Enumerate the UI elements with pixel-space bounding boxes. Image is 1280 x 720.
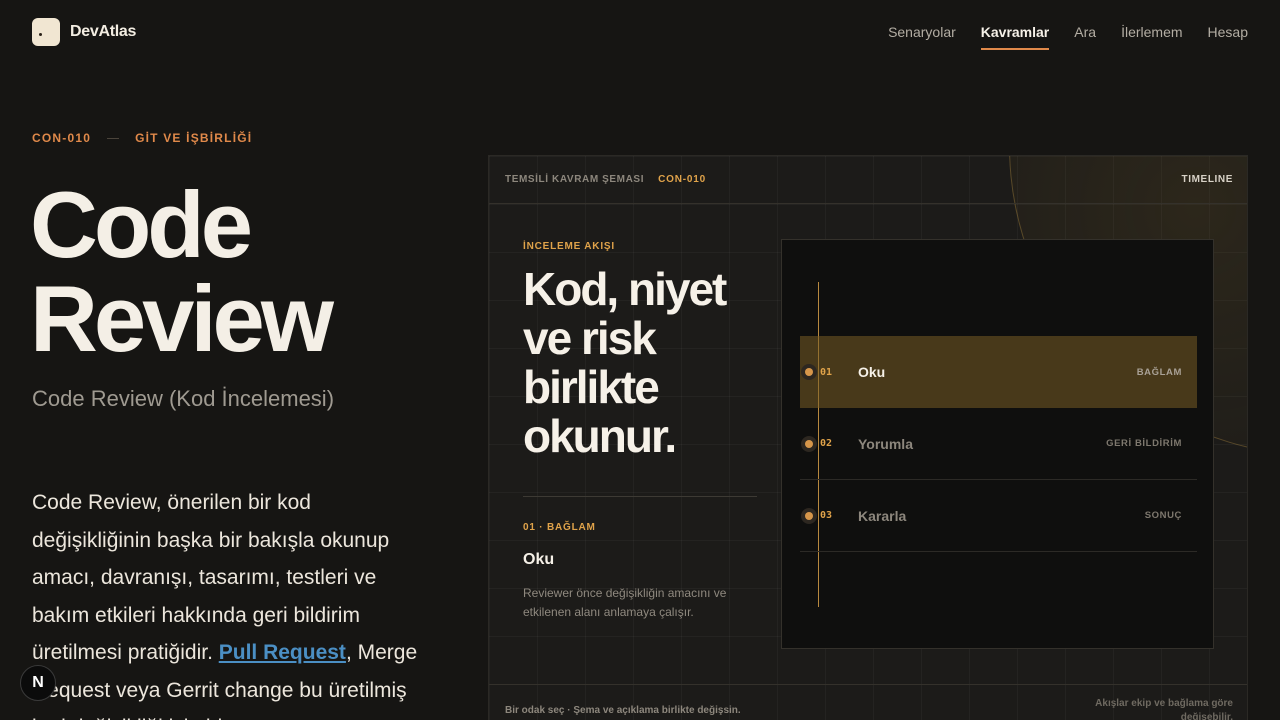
nav-item-kavramlar[interactable]: Kavramlar — [980, 24, 1049, 50]
brand-name: DevAtlas — [70, 23, 137, 40]
step-dot-icon — [801, 364, 817, 380]
concept-description: Code Review, önerilen bir kod değişikliğ… — [32, 484, 422, 720]
flow-label: İNCELEME AKIŞI — [523, 241, 615, 252]
panel-kicker: TEMSİLİ KAVRAM ŞEMASI — [505, 174, 645, 185]
next-logo-icon[interactable]: N — [20, 665, 56, 701]
step-name: Oku — [858, 364, 886, 380]
eyebrow-divider — [107, 137, 120, 139]
main-nav: Senaryolar Kavramlar Ara İlerlemem Hesap — [888, 24, 1248, 50]
top-header: DevAtlas Senaryolar Kavramlar Ara İlerle… — [0, 0, 1280, 64]
description-text-1: Code Review, önerilen bir kod değişikliğ… — [32, 491, 390, 664]
timeline-step-oku[interactable]: 01 Oku BAĞLAM — [800, 336, 1197, 408]
panel-code: CON-010 — [658, 174, 706, 185]
panel-mode-toggle[interactable]: TIMELINE — [1182, 174, 1233, 185]
nav-item-ilerlemem[interactable]: İlerlemem — [1121, 24, 1182, 50]
step-dot-icon — [801, 508, 817, 524]
timeline-step-kararla[interactable]: 03 Kararla SONUÇ — [800, 480, 1197, 552]
concept-eyebrow: CON-010 GİT VE İŞBİRLİĞİ — [32, 131, 252, 145]
nav-item-hesap[interactable]: Hesap — [1208, 24, 1248, 50]
panel-header: TEMSİLİ KAVRAM ŞEMASI CON-010 TIMELINE — [489, 156, 1247, 204]
step-tag: GERİ BİLDİRİM — [1106, 438, 1182, 449]
step-name: Yorumla — [858, 435, 913, 452]
panel-headline: Kod, niyet ve risk birlikte okunur. — [523, 263, 727, 462]
devatlas-logo-icon — [32, 18, 60, 46]
timeline-diagram: 01 Oku BAĞLAM 02 Yorumla GERİ BİLDİRİM 0… — [781, 239, 1214, 649]
nav-item-ara[interactable]: Ara — [1074, 24, 1096, 50]
selected-step-description: Reviewer önce değişikliğin amacını ve et… — [523, 586, 727, 619]
step-dot-icon — [801, 436, 817, 452]
step-number: 01 — [820, 366, 833, 378]
concept-category: GİT VE İŞBİRLİĞİ — [135, 131, 253, 145]
concept-diagram-panel: TEMSİLİ KAVRAM ŞEMASI CON-010 TIMELINE İ… — [488, 155, 1248, 720]
brand-logo-link[interactable]: DevAtlas — [32, 18, 136, 46]
step-name: Kararla — [858, 507, 907, 524]
panel-footer: Bir odak seç · Şema ve açıklama birlikte… — [489, 684, 1247, 720]
concept-code: CON-010 — [32, 131, 92, 145]
panel-divider — [523, 496, 757, 497]
step-tag: SONUÇ — [1144, 510, 1182, 521]
footer-note: Akışlar ekip ve bağlama göre değişebilir… — [1095, 698, 1233, 720]
title-line-1: Code — [30, 172, 253, 277]
step-tag: BAĞLAM — [1136, 366, 1182, 378]
footer-hint: Bir odak seç · Şema ve açıklama birlikte… — [505, 705, 741, 716]
pull-request-link[interactable]: Pull Request — [219, 641, 346, 664]
step-number: 03 — [820, 510, 833, 521]
page-title: Code Review — [30, 178, 334, 366]
selected-step-label: 01 · BAĞLAM — [523, 522, 596, 533]
title-line-2: Review — [30, 266, 334, 371]
page-subtitle: Code Review (Kod İncelemesi) — [32, 386, 335, 411]
selected-step-title: Oku — [523, 551, 555, 568]
nav-item-senaryolar[interactable]: Senaryolar — [888, 24, 956, 50]
timeline-step-yorumla[interactable]: 02 Yorumla GERİ BİLDİRİM — [800, 408, 1197, 480]
step-number: 02 — [820, 438, 833, 449]
